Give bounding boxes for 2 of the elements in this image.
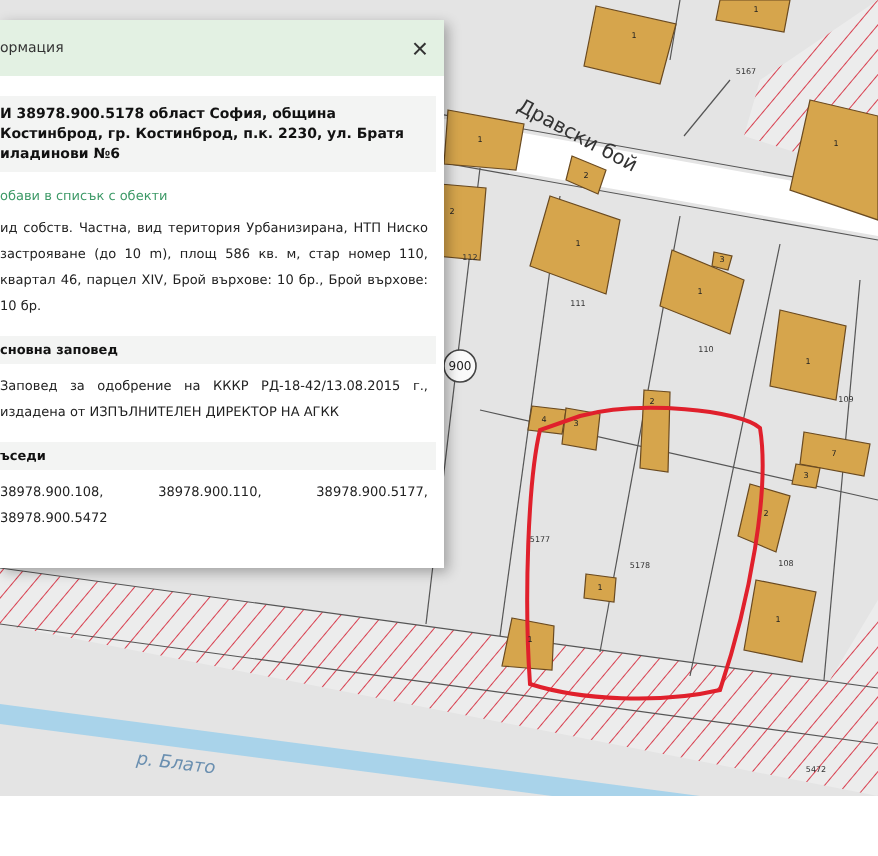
river-label: р. Блато [135,750,217,780]
close-button[interactable]: × [407,32,432,64]
